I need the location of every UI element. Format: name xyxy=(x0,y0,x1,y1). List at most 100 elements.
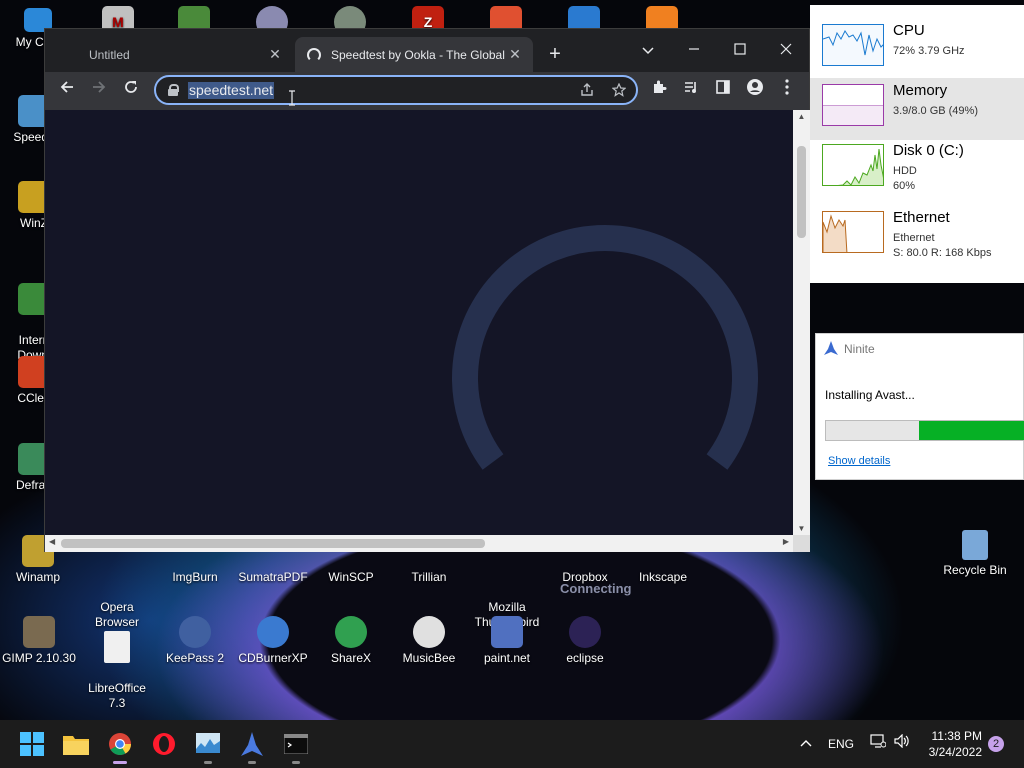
task-manager-icon xyxy=(196,733,220,753)
paintnet-icon xyxy=(491,616,523,648)
page-content: Connecting xyxy=(45,110,793,596)
tm-row-detail-2: S: 80.0 R: 168 Kbps xyxy=(893,247,992,259)
volume-icon[interactable] xyxy=(892,733,912,751)
back-button[interactable] xyxy=(54,78,80,104)
disk-graph xyxy=(822,144,884,186)
desktop-icon-recycle-bin[interactable]: Recycle Bin xyxy=(936,530,1014,578)
chrome-icon xyxy=(109,733,131,755)
scrollbar-corner xyxy=(793,535,810,552)
clock-date: 3/24/2022 xyxy=(928,745,982,759)
tm-row-detail: 72% 3.79 GHz xyxy=(893,45,965,57)
keepass-icon xyxy=(179,616,211,648)
desktop-icon-musicbee[interactable]: MusicBee xyxy=(390,616,468,666)
recycle-bin-icon xyxy=(962,530,988,560)
ninite-icon xyxy=(241,732,263,756)
chrome-window: Untitled ✕ Speedtest by Ookla - The Glob… xyxy=(44,28,810,596)
show-hidden-icons-chevron-up-icon[interactable] xyxy=(796,734,816,750)
text-cursor-icon xyxy=(289,90,295,106)
tab-untitled[interactable]: Untitled ✕ xyxy=(45,37,293,72)
terminal-icon xyxy=(284,734,308,754)
horizontal-scroll-thumb[interactable] xyxy=(61,539,485,548)
lock-icon[interactable] xyxy=(168,84,179,96)
scroll-left-icon[interactable]: ◀ xyxy=(49,537,55,546)
network-icon[interactable] xyxy=(868,734,888,751)
tm-row-detail: 3.9/8.0 GB (49%) xyxy=(893,105,978,117)
desktop-icon-label: Winamp xyxy=(15,570,60,584)
speedtest-favicon-icon xyxy=(307,47,321,62)
taskbar-opera[interactable] xyxy=(148,728,180,760)
desktop-icon-libreoffice[interactable]: LibreOffice 7.3 xyxy=(78,616,156,726)
tm-row-cpu[interactable]: CPU 72% 3.79 GHz xyxy=(810,18,1024,80)
taskbar: ENG 11:38 PM 3/24/2022 2 xyxy=(0,720,1024,768)
address-bar[interactable]: speedtest.net xyxy=(154,75,638,105)
desktop-icon-cdburnerxp[interactable]: CDBurnerXP xyxy=(234,616,312,666)
tab-close-icon[interactable]: ✕ xyxy=(267,46,283,63)
clock-time: 11:38 PM xyxy=(931,729,982,743)
forward-button[interactable] xyxy=(86,78,112,104)
desktop-icon-keepass[interactable]: KeePass 2 xyxy=(156,616,234,666)
taskbar-chrome[interactable] xyxy=(104,728,136,764)
tm-row-title: CPU xyxy=(893,22,925,39)
libreoffice-icon xyxy=(104,631,130,663)
close-button[interactable] xyxy=(763,35,809,65)
desktop-icon-label: ImgBurn xyxy=(172,570,218,584)
thunderbird-icon xyxy=(491,550,523,582)
taskbar-task-manager[interactable] xyxy=(192,728,224,764)
taskbar-ninite[interactable] xyxy=(236,728,268,764)
clock[interactable]: 11:38 PM 3/24/2022 xyxy=(918,728,982,760)
bookmark-star-icon[interactable] xyxy=(608,81,630,103)
running-indicator xyxy=(204,761,212,764)
tab-title: Untitled xyxy=(89,47,130,62)
notification-badge[interactable]: 2 xyxy=(988,736,1004,752)
media-queue-icon[interactable] xyxy=(678,78,704,104)
taskbar-file-explorer[interactable] xyxy=(60,728,92,760)
opera-icon xyxy=(153,733,175,755)
maximize-button[interactable] xyxy=(717,35,763,65)
share-icon[interactable] xyxy=(576,81,598,103)
ninite-logo-icon xyxy=(824,341,838,355)
taskbar-terminal[interactable] xyxy=(280,728,312,764)
desktop-icon-label: GIMP 2.10.30 xyxy=(2,651,76,665)
profile-avatar-icon[interactable] xyxy=(742,78,768,104)
desktop-icon-label: LibreOffice 7.3 xyxy=(88,681,146,710)
extensions-puzzle-icon[interactable] xyxy=(646,78,672,104)
tm-row-detail: Ethernet xyxy=(893,232,935,244)
running-indicator xyxy=(292,761,300,764)
new-tab-button[interactable]: + xyxy=(543,43,567,65)
tab-close-icon[interactable]: ✕ xyxy=(507,46,523,63)
horizontal-scrollbar[interactable]: ◀ ▶ xyxy=(45,535,793,552)
tm-row-memory[interactable]: Memory 3.9/8.0 GB (49%) xyxy=(810,78,1024,140)
url-text[interactable]: speedtest.net xyxy=(188,82,275,99)
vertical-scrollbar[interactable]: ▲ ▼ xyxy=(793,110,810,535)
show-details-link[interactable]: Show details xyxy=(828,455,890,467)
ninite-status-text: Installing Avast... xyxy=(825,388,915,402)
desktop-icon-paintnet[interactable]: paint.net xyxy=(468,616,546,666)
tab-search-chevron-down-icon[interactable] xyxy=(625,35,671,65)
desktop-icon-sharex[interactable]: ShareX xyxy=(312,616,390,666)
ninite-title: Ninite xyxy=(844,342,875,356)
reload-button[interactable] xyxy=(118,78,144,104)
scroll-up-icon[interactable]: ▲ xyxy=(793,112,810,121)
more-menu-icon[interactable] xyxy=(774,78,800,104)
side-panel-icon[interactable] xyxy=(710,78,736,104)
minimize-button[interactable] xyxy=(671,35,717,65)
speed-gauge-arc xyxy=(452,225,758,470)
desktop-icon-gimp[interactable]: GIMP 2.10.30 xyxy=(0,616,78,666)
cpu-graph xyxy=(822,24,884,66)
desktop-icon-label: eclipse xyxy=(566,651,604,665)
active-indicator xyxy=(113,761,127,764)
vertical-scroll-thumb[interactable] xyxy=(797,146,806,238)
tm-row-disk[interactable]: Disk 0 (C:) HDD 60% xyxy=(810,138,1024,200)
tab-title: Speedtest by Ookla - The Global xyxy=(331,47,505,62)
scroll-down-icon[interactable]: ▼ xyxy=(793,524,810,533)
opera-icon xyxy=(101,550,133,582)
ninite-window: Ninite Installing Avast... Show details xyxy=(815,333,1024,480)
tm-row-ethernet[interactable]: Ethernet Ethernet S: 80.0 R: 168 Kbps xyxy=(810,205,1024,267)
desktop-icon-eclipse[interactable]: eclipse xyxy=(546,616,624,666)
input-language-indicator[interactable]: ENG xyxy=(828,737,854,751)
tab-speedtest[interactable]: Speedtest by Ookla - The Global ✕ xyxy=(295,37,533,72)
scroll-right-icon[interactable]: ▶ xyxy=(783,537,789,546)
connecting-status-text: Connecting xyxy=(560,581,632,596)
start-button[interactable] xyxy=(16,728,48,760)
windows-start-icon xyxy=(20,732,44,756)
